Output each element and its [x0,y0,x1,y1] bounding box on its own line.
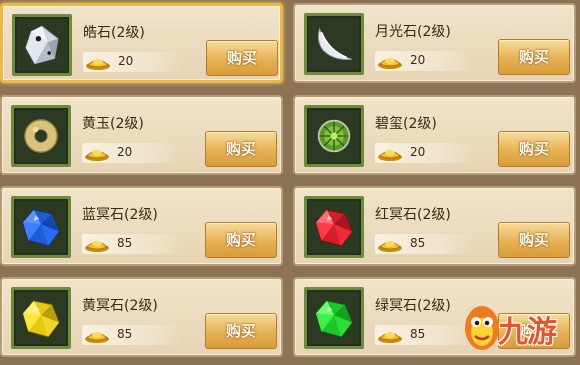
buy-button[interactable]: 购买 [206,40,278,76]
item-icon-frame [11,105,71,167]
item-icon-frame [304,13,364,75]
item-name: 绿冥石 [375,298,417,314]
item-price: 20 [117,145,133,159]
item-name: 黄冥石 [82,298,124,314]
item-name: 黄玉 [82,116,110,132]
price-bar: 85 [82,325,182,345]
item-level: (2级) [110,116,144,132]
gold-ingot-icon [85,150,109,161]
item-icon-frame [304,196,364,258]
moonstone-crescent-icon [317,27,353,61]
gold-ingot-icon [378,332,402,343]
item-name: 红冥石 [375,207,417,223]
item-level: (2级) [403,116,437,132]
price-bar: 20 [375,143,475,163]
buy-button[interactable]: 购买 [498,39,570,75]
gold-ingot-icon [378,150,402,161]
watermark-text: 九游 [498,315,557,350]
white-crystal-icon [25,25,59,65]
item-name: 碧玺 [375,116,403,132]
shop-item-card[interactable]: 红冥石(2级) 85 购买 [293,186,576,266]
shop-item-card[interactable]: 月光石(2级) 20 购买 [293,3,576,83]
price-bar: 20 [83,52,183,72]
item-price: 85 [117,327,133,341]
item-icon-frame [304,287,364,349]
red-gem-icon [315,209,353,247]
item-price: 85 [410,327,426,341]
buy-button[interactable]: 购买 [498,131,570,167]
item-price: 20 [410,145,426,159]
buy-button[interactable]: 购买 [205,131,277,167]
item-price: 20 [118,54,134,68]
price-bar: 85 [375,234,475,254]
item-level: (2级) [124,298,158,314]
green-gem-icon [315,300,353,338]
price-bar: 20 [375,51,475,71]
shop-item-card[interactable]: 蓝冥石(2级) 85 购买 [0,186,283,266]
gold-ingot-icon [378,58,402,69]
yellow-jade-ring-icon [24,119,58,153]
yellow-gem-icon [22,300,60,338]
item-level: (2级) [111,25,145,41]
item-price: 85 [410,236,426,250]
item-icon-frame [12,14,72,76]
shop-item-card[interactable]: 碧玺(2级) 20 购买 [293,95,576,175]
gold-ingot-icon [378,241,402,252]
price-bar: 85 [82,234,182,254]
item-level: (2级) [417,24,451,40]
gold-ingot-icon [86,59,110,70]
item-price: 85 [117,236,133,250]
green-tourmaline-icon [317,119,351,153]
item-icon-frame [304,105,364,167]
shop-item-card[interactable]: 皓石(2级) 20 购买 [0,3,283,83]
item-name: 月光石 [375,24,417,40]
item-level: (2级) [417,298,451,314]
gold-ingot-icon [85,332,109,343]
buy-button[interactable]: 购买 [205,313,277,349]
buy-button[interactable]: 购买 [498,222,570,258]
item-icon-frame [11,287,71,349]
item-name: 皓石 [83,25,111,41]
buy-button[interactable]: 购买 [205,222,277,258]
item-icon-frame [11,196,71,258]
item-level: (2级) [417,207,451,223]
item-level: (2级) [124,207,158,223]
item-price: 20 [410,53,426,67]
item-name: 蓝冥石 [82,207,124,223]
shop-item-card[interactable]: 黄冥石(2级) 85 购买 [0,277,283,357]
gold-ingot-icon [85,241,109,252]
blue-gem-icon [22,209,60,247]
price-bar: 85 [375,325,475,345]
price-bar: 20 [82,143,182,163]
shop-item-card[interactable]: 黄玉(2级) 20 购买 [0,95,283,175]
